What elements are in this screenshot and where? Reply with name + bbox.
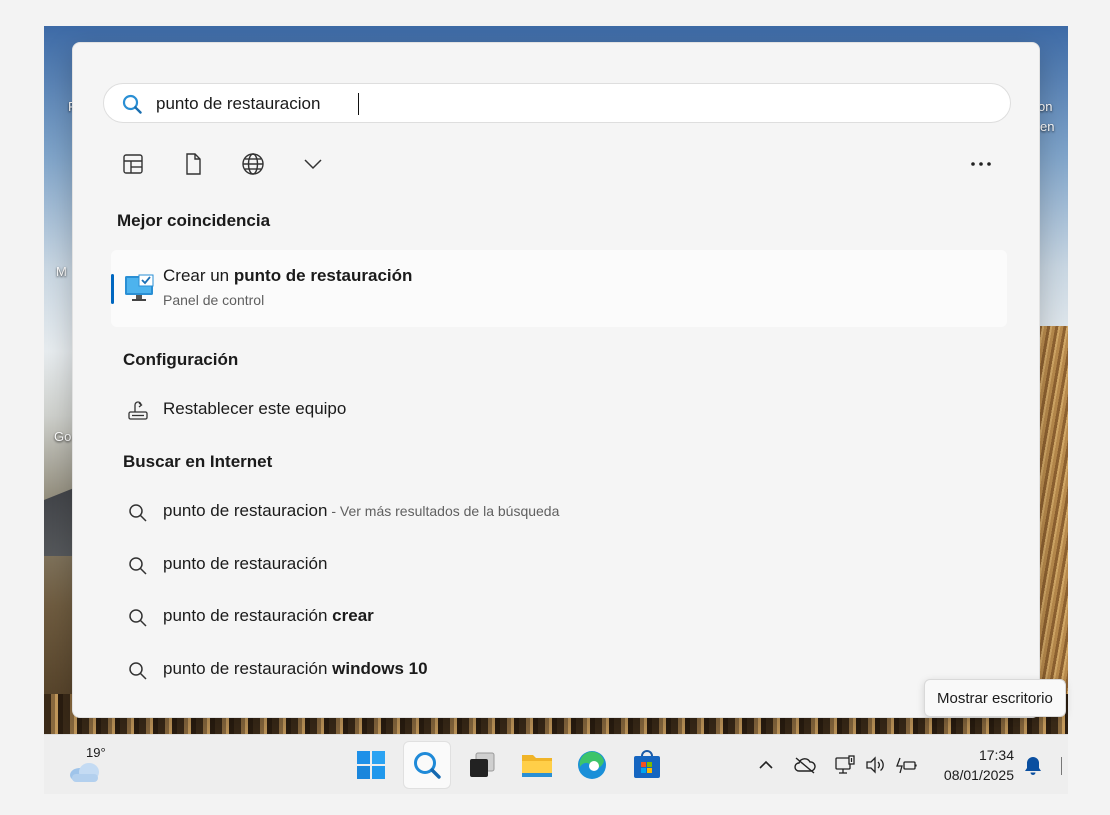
notification-bell-icon[interactable] bbox=[1022, 754, 1044, 776]
web-result-text: punto de restauración windows 10 bbox=[163, 659, 428, 678]
document-icon bbox=[186, 153, 201, 175]
search-icon bbox=[129, 662, 147, 680]
search-icon bbox=[129, 609, 147, 627]
clock-time: 17:34 bbox=[978, 747, 1014, 763]
show-hidden-icons-button[interactable] bbox=[754, 753, 778, 777]
web-result-text: punto de restauracion - Ver más resultad… bbox=[163, 501, 560, 520]
filter-apps-button[interactable] bbox=[113, 147, 153, 181]
more-options-icon bbox=[971, 162, 991, 166]
filter-more-categories-button[interactable] bbox=[293, 147, 333, 181]
search-icon bbox=[129, 504, 147, 522]
system-clock[interactable]: 17:34 08/01/2025 bbox=[944, 745, 1014, 785]
more-options-button[interactable] bbox=[961, 147, 1001, 181]
desktop-icon-label[interactable]: en bbox=[1040, 119, 1054, 134]
best-match-heading: Mejor coincidencia bbox=[117, 211, 271, 230]
search-panel: Mejor coincidencia Crear un punto de res… bbox=[72, 42, 1040, 718]
onedrive-tray-button[interactable] bbox=[793, 753, 817, 777]
settings-item-reset-pc[interactable]: Restablecer este equipo bbox=[111, 388, 1007, 432]
weather-widget[interactable]: 19° bbox=[68, 745, 118, 785]
search-icon bbox=[414, 752, 441, 779]
file-explorer-button[interactable] bbox=[513, 741, 561, 789]
filter-bar bbox=[113, 147, 1003, 177]
show-desktop-button[interactable] bbox=[1061, 757, 1062, 775]
edge-browser-button[interactable] bbox=[568, 741, 616, 789]
reset-pc-icon bbox=[128, 401, 148, 420]
battery-tray-button[interactable] bbox=[894, 753, 918, 777]
volume-tray-button[interactable] bbox=[863, 753, 887, 777]
best-match-subtitle: Panel de control bbox=[163, 292, 265, 308]
apps-icon bbox=[123, 154, 143, 174]
cloudy-weather-icon bbox=[70, 763, 99, 782]
cloud-offline-icon bbox=[794, 757, 816, 774]
web-search-heading: Buscar en Internet bbox=[123, 452, 273, 471]
web-result-item[interactable]: punto de restauración windows 10 bbox=[111, 648, 1007, 692]
task-view-icon bbox=[470, 752, 495, 777]
selection-indicator bbox=[111, 274, 114, 304]
search-input[interactable] bbox=[156, 90, 976, 117]
weather-temperature: 19° bbox=[86, 745, 106, 760]
volume-icon bbox=[866, 756, 884, 774]
chevron-up-icon bbox=[759, 760, 773, 769]
text-caret bbox=[358, 93, 359, 115]
taskbar: 19° 17:34 08/01/2025 bbox=[44, 734, 1068, 794]
settings-item-label: Restablecer este equipo bbox=[163, 399, 347, 418]
filter-documents-button[interactable] bbox=[173, 147, 213, 181]
search-icon bbox=[129, 557, 147, 575]
search-box[interactable] bbox=[103, 83, 1011, 123]
edge-browser-icon bbox=[578, 751, 606, 779]
control-panel-icon bbox=[125, 274, 154, 301]
web-result-text: punto de restauración bbox=[163, 554, 328, 573]
web-icon bbox=[242, 153, 264, 175]
chevron-down-icon bbox=[304, 159, 322, 170]
microsoft-store-button[interactable] bbox=[623, 741, 671, 789]
desktop-icon-label[interactable]: on bbox=[1038, 99, 1052, 114]
filter-web-button[interactable] bbox=[233, 147, 273, 181]
network-tray-button[interactable] bbox=[833, 753, 857, 777]
windows-logo-icon bbox=[357, 751, 385, 779]
web-result-text: punto de restauración crear bbox=[163, 606, 374, 625]
settings-heading: Configuración bbox=[123, 350, 239, 369]
web-result-item[interactable]: punto de restauración bbox=[111, 543, 1007, 587]
task-view-button[interactable] bbox=[458, 741, 506, 789]
web-result-item[interactable]: punto de restauracion - Ver más resultad… bbox=[111, 490, 1007, 534]
battery-charging-icon bbox=[896, 757, 917, 774]
start-button[interactable] bbox=[347, 741, 395, 789]
desktop-icon-label[interactable]: Go bbox=[54, 429, 71, 444]
best-match-name: Crear un punto de restauración bbox=[163, 266, 413, 285]
search-taskbar-button[interactable] bbox=[403, 741, 451, 789]
clock-date: 08/01/2025 bbox=[943, 767, 1014, 783]
store-icon bbox=[634, 750, 660, 778]
search-icon bbox=[122, 94, 142, 114]
show-desktop-tooltip: Mostrar escritorio bbox=[924, 679, 1066, 717]
web-result-item[interactable]: punto de restauración crear bbox=[111, 595, 1007, 639]
network-icon bbox=[835, 755, 855, 774]
desktop-icon-label[interactable]: M bbox=[56, 264, 67, 279]
best-match-result[interactable]: Crear un punto de restauración Panel de … bbox=[111, 250, 1007, 327]
folder-icon bbox=[522, 755, 552, 777]
